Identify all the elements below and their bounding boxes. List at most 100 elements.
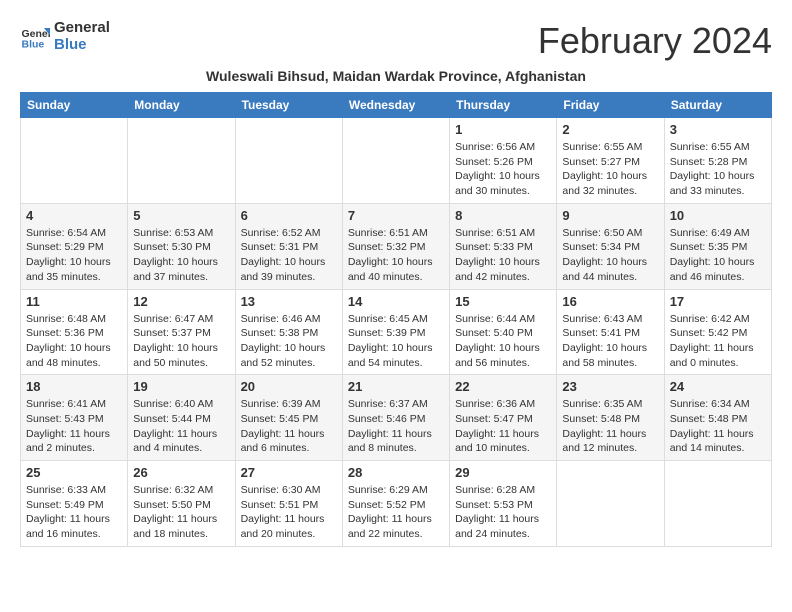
empty-day-cell — [557, 461, 664, 547]
day-info: Sunrise: 6:51 AM Sunset: 5:33 PM Dayligh… — [455, 226, 551, 285]
month-year-title: February 2024 — [538, 20, 772, 62]
empty-day-cell — [664, 461, 771, 547]
day-number: 18 — [26, 379, 122, 394]
day-info: Sunrise: 6:41 AM Sunset: 5:43 PM Dayligh… — [26, 397, 122, 456]
calendar-day-24: 24 Sunrise: 6:34 AM Sunset: 5:48 PM Dayli… — [664, 375, 771, 461]
day-info: Sunrise: 6:44 AM Sunset: 5:40 PM Dayligh… — [455, 312, 551, 371]
day-info: Sunrise: 6:32 AM Sunset: 5:50 PM Dayligh… — [133, 483, 229, 542]
page-wrapper: General Blue General Blue February 2024 … — [20, 20, 772, 547]
weekday-header-sunday: Sunday — [21, 93, 128, 118]
day-number: 24 — [670, 379, 766, 394]
calendar-day-18: 18 Sunrise: 6:41 AM Sunset: 5:43 PM Dayli… — [21, 375, 128, 461]
empty-day-cell — [128, 118, 235, 204]
calendar-day-21: 21 Sunrise: 6:37 AM Sunset: 5:46 PM Dayli… — [342, 375, 449, 461]
day-info: Sunrise: 6:56 AM Sunset: 5:26 PM Dayligh… — [455, 140, 551, 199]
calendar-day-5: 5Sunrise: 6:53 AM Sunset: 5:30 PM Daylig… — [128, 203, 235, 289]
day-number: 4 — [26, 208, 122, 223]
weekday-header-monday: Monday — [128, 93, 235, 118]
empty-day-cell — [235, 118, 342, 204]
calendar-day-29: 29 Sunrise: 6:28 AM Sunset: 5:53 PM Dayli… — [450, 461, 557, 547]
day-info: Sunrise: 6:36 AM Sunset: 5:47 PM Dayligh… — [455, 397, 551, 456]
calendar-week-row: 1 Sunrise: 6:56 AM Sunset: 5:26 PM Daylig… — [21, 118, 772, 204]
day-number: 29 — [455, 465, 551, 480]
logo-line1: General — [54, 20, 110, 37]
day-info: Sunrise: 6:28 AM Sunset: 5:53 PM Dayligh… — [455, 483, 551, 542]
weekday-header-thursday: Thursday — [450, 93, 557, 118]
calendar-week-row: 25 Sunrise: 6:33 AM Sunset: 5:49 PM Dayli… — [21, 461, 772, 547]
calendar-day-11: 11 Sunrise: 6:48 AM Sunset: 5:36 PM Dayli… — [21, 289, 128, 375]
day-number: 1 — [455, 122, 551, 137]
day-number: 2 — [562, 122, 658, 137]
day-info: Sunrise: 6:42 AM Sunset: 5:42 PM Dayligh… — [670, 312, 766, 371]
day-info: Sunrise: 6:54 AM Sunset: 5:29 PM Dayligh… — [26, 226, 122, 285]
day-number: 20 — [241, 379, 337, 394]
empty-day-cell — [21, 118, 128, 204]
calendar-day-20: 20 Sunrise: 6:39 AM Sunset: 5:45 PM Dayli… — [235, 375, 342, 461]
calendar-day-12: 12 Sunrise: 6:47 AM Sunset: 5:37 PM Dayli… — [128, 289, 235, 375]
day-info: Sunrise: 6:45 AM Sunset: 5:39 PM Dayligh… — [348, 312, 444, 371]
day-info: Sunrise: 6:50 AM Sunset: 5:34 PM Dayligh… — [562, 226, 658, 285]
calendar-day-16: 16 Sunrise: 6:43 AM Sunset: 5:41 PM Dayli… — [557, 289, 664, 375]
logo-icon: General Blue — [20, 22, 50, 52]
calendar-day-27: 27 Sunrise: 6:30 AM Sunset: 5:51 PM Dayli… — [235, 461, 342, 547]
day-number: 6 — [241, 208, 337, 223]
day-info: Sunrise: 6:39 AM Sunset: 5:45 PM Dayligh… — [241, 397, 337, 456]
calendar-day-15: 15 Sunrise: 6:44 AM Sunset: 5:40 PM Dayli… — [450, 289, 557, 375]
calendar-day-23: 23 Sunrise: 6:35 AM Sunset: 5:48 PM Dayli… — [557, 375, 664, 461]
calendar-day-4: 4 Sunrise: 6:54 AM Sunset: 5:29 PM Daylig… — [21, 203, 128, 289]
day-info: Sunrise: 6:35 AM Sunset: 5:48 PM Dayligh… — [562, 397, 658, 456]
calendar-day-19: 19Sunrise: 6:40 AM Sunset: 5:44 PM Dayli… — [128, 375, 235, 461]
calendar-day-10: 10 Sunrise: 6:49 AM Sunset: 5:35 PM Dayli… — [664, 203, 771, 289]
day-number: 8 — [455, 208, 551, 223]
day-number: 17 — [670, 294, 766, 309]
logo-line2: Blue — [54, 37, 110, 54]
day-info: Sunrise: 6:51 AM Sunset: 5:32 PM Dayligh… — [348, 226, 444, 285]
day-number: 16 — [562, 294, 658, 309]
day-number: 19 — [133, 379, 229, 394]
day-info: Sunrise: 6:34 AM Sunset: 5:48 PM Dayligh… — [670, 397, 766, 456]
day-number: 9 — [562, 208, 658, 223]
day-number: 14 — [348, 294, 444, 309]
day-info: Sunrise: 6:46 AM Sunset: 5:38 PM Dayligh… — [241, 312, 337, 371]
day-number: 23 — [562, 379, 658, 394]
calendar-day-14: 14 Sunrise: 6:45 AM Sunset: 5:39 PM Dayli… — [342, 289, 449, 375]
day-info: Sunrise: 6:29 AM Sunset: 5:52 PM Dayligh… — [348, 483, 444, 542]
day-info: Sunrise: 6:33 AM Sunset: 5:49 PM Dayligh… — [26, 483, 122, 542]
weekday-header-friday: Friday — [557, 93, 664, 118]
calendar-day-22: 22Sunrise: 6:36 AM Sunset: 5:47 PM Dayli… — [450, 375, 557, 461]
day-number: 10 — [670, 208, 766, 223]
day-number: 25 — [26, 465, 122, 480]
calendar-week-row: 4 Sunrise: 6:54 AM Sunset: 5:29 PM Daylig… — [21, 203, 772, 289]
weekday-header-saturday: Saturday — [664, 93, 771, 118]
day-info: Sunrise: 6:37 AM Sunset: 5:46 PM Dayligh… — [348, 397, 444, 456]
day-info: Sunrise: 6:55 AM Sunset: 5:27 PM Dayligh… — [562, 140, 658, 199]
calendar-day-7: 7 Sunrise: 6:51 AM Sunset: 5:32 PM Daylig… — [342, 203, 449, 289]
title-block: February 2024 — [538, 20, 772, 62]
calendar-day-6: 6Sunrise: 6:52 AM Sunset: 5:31 PM Daylig… — [235, 203, 342, 289]
logo: General Blue General Blue — [20, 20, 110, 53]
calendar-day-3: 3Sunrise: 6:55 AM Sunset: 5:28 PM Daylig… — [664, 118, 771, 204]
day-number: 11 — [26, 294, 122, 309]
page-header: General Blue General Blue February 2024 — [20, 20, 772, 62]
day-number: 28 — [348, 465, 444, 480]
calendar-day-1: 1 Sunrise: 6:56 AM Sunset: 5:26 PM Daylig… — [450, 118, 557, 204]
calendar-day-25: 25 Sunrise: 6:33 AM Sunset: 5:49 PM Dayli… — [21, 461, 128, 547]
location-text: Wuleswali Bihsud, Maidan Wardak Province… — [20, 68, 772, 84]
day-info: Sunrise: 6:30 AM Sunset: 5:51 PM Dayligh… — [241, 483, 337, 542]
svg-text:Blue: Blue — [22, 38, 45, 50]
day-info: Sunrise: 6:47 AM Sunset: 5:37 PM Dayligh… — [133, 312, 229, 371]
day-info: Sunrise: 6:49 AM Sunset: 5:35 PM Dayligh… — [670, 226, 766, 285]
day-number: 27 — [241, 465, 337, 480]
day-info: Sunrise: 6:48 AM Sunset: 5:36 PM Dayligh… — [26, 312, 122, 371]
day-number: 26 — [133, 465, 229, 480]
day-number: 15 — [455, 294, 551, 309]
calendar-table: SundayMondayTuesdayWednesdayThursdayFrid… — [20, 92, 772, 547]
day-number: 7 — [348, 208, 444, 223]
day-info: Sunrise: 6:53 AM Sunset: 5:30 PM Dayligh… — [133, 226, 229, 285]
day-info: Sunrise: 6:43 AM Sunset: 5:41 PM Dayligh… — [562, 312, 658, 371]
calendar-day-17: 17 Sunrise: 6:42 AM Sunset: 5:42 PM Dayli… — [664, 289, 771, 375]
day-number: 21 — [348, 379, 444, 394]
day-number: 3 — [670, 122, 766, 137]
day-number: 12 — [133, 294, 229, 309]
weekday-header-tuesday: Tuesday — [235, 93, 342, 118]
